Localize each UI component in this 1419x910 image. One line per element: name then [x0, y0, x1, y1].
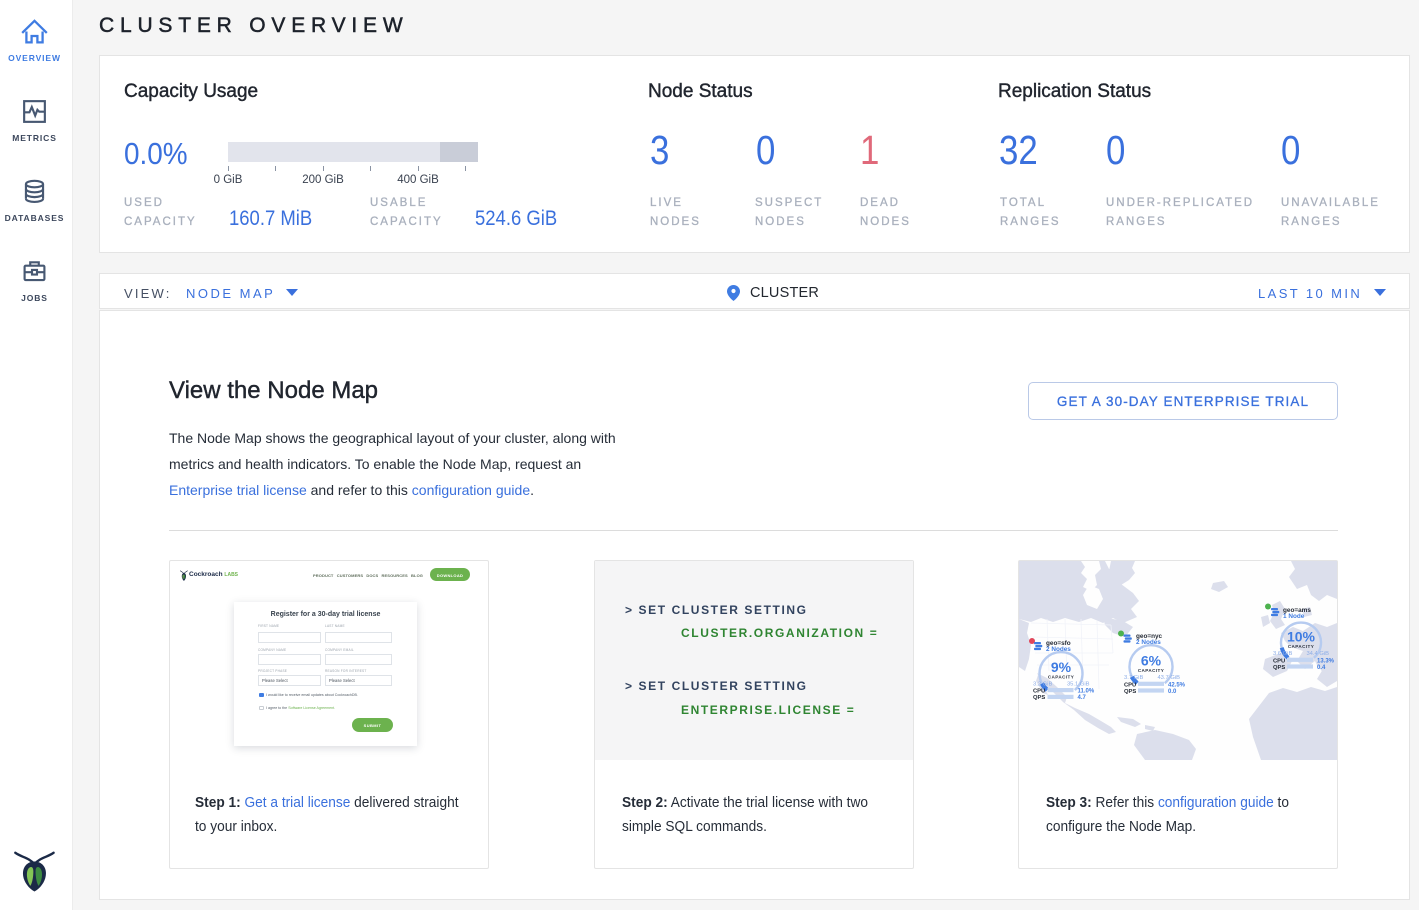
svg-text:35.1 GiB: 35.1 GiB [1067, 682, 1090, 688]
svg-text:QPS: QPS [1273, 665, 1285, 671]
svg-text:CPU: CPU [1033, 689, 1045, 695]
svg-text:3.2 GiB: 3.2 GiB [1033, 682, 1052, 688]
svg-text:6%: 6% [1141, 653, 1162, 669]
svg-text:11.0%: 11.0% [1078, 689, 1095, 695]
svg-text:QPS: QPS [1033, 695, 1045, 701]
svg-text:3.6 GiB: 3.6 GiB [1273, 651, 1292, 657]
svg-text:CPU: CPU [1273, 658, 1285, 664]
svg-text:10%: 10% [1287, 629, 1316, 645]
svg-text:13.3%: 13.3% [1317, 658, 1335, 664]
svg-text:4.7: 4.7 [1078, 695, 1087, 701]
svg-text:CAPACITY: CAPACITY [1288, 644, 1314, 649]
svg-text:0.0: 0.0 [1168, 689, 1177, 695]
svg-text:CAPACITY: CAPACITY [1048, 675, 1074, 680]
svg-text:QPS: QPS [1124, 689, 1136, 695]
svg-text:43.7 GiB: 43.7 GiB [1157, 675, 1180, 681]
svg-text:34.4 GiB: 34.4 GiB [1306, 651, 1329, 657]
svg-text:3.7 GiB: 3.7 GiB [1124, 675, 1143, 681]
svg-text:1 Node: 1 Node [1283, 613, 1305, 620]
svg-text:CAPACITY: CAPACITY [1138, 668, 1164, 673]
svg-text:0.4: 0.4 [1317, 665, 1326, 671]
svg-text:9%: 9% [1051, 659, 1072, 675]
svg-text:42.5%: 42.5% [1168, 682, 1186, 688]
svg-text:CPU: CPU [1124, 682, 1136, 688]
